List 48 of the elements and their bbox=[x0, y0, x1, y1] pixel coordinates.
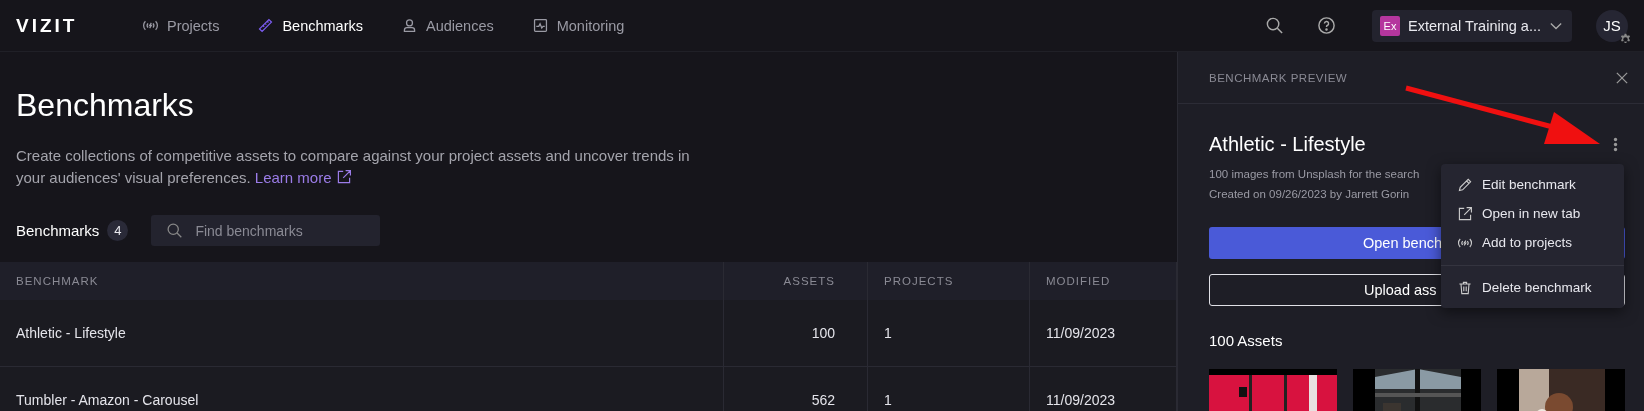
external-link-icon bbox=[1457, 205, 1473, 222]
help-icon[interactable] bbox=[1317, 16, 1336, 35]
table-cell: 562 bbox=[724, 367, 868, 411]
avatar[interactable]: JS bbox=[1596, 9, 1628, 42]
workspace-badge: Ex bbox=[1380, 15, 1400, 36]
menu-item-label: Open in new tab bbox=[1482, 206, 1581, 221]
page-title: Benchmarks bbox=[16, 86, 195, 125]
table-cell: Athletic - Lifestyle bbox=[0, 300, 724, 366]
learn-more-link[interactable]: Learn more bbox=[254, 169, 332, 186]
workspace-selector[interactable]: Ex External Training a... bbox=[1372, 9, 1572, 42]
created-info: Created on 09/26/2023 by Jarrett Gorin bbox=[1209, 188, 1410, 200]
nav-tab[interactable]: Benchmarks bbox=[257, 17, 363, 34]
benchmark-title: Athletic - Lifestyle bbox=[1209, 132, 1366, 156]
menu-item[interactable]: Open in new tab bbox=[1441, 199, 1624, 228]
trash-icon bbox=[1457, 279, 1473, 296]
menu-item[interactable]: Delete benchmark bbox=[1441, 273, 1624, 302]
nav-tab[interactable]: Monitoring bbox=[531, 17, 625, 34]
page-description: Create collections of competitive assets to compare against your project assets and uncover trends in your audiences' visual preferences. Learn more bbox=[16, 146, 691, 188]
menu-item-label: Add to projects bbox=[1482, 235, 1573, 250]
logo[interactable]: VIZIT bbox=[16, 14, 142, 37]
nav-tab[interactable]: Audiences bbox=[401, 17, 494, 34]
chart-icon bbox=[531, 17, 549, 34]
gear-icon bbox=[1619, 32, 1632, 46]
more-icon[interactable] bbox=[1613, 136, 1618, 152]
menu-item-label: Edit benchmark bbox=[1482, 177, 1576, 192]
panel-heading: BENCHMARK PREVIEW bbox=[1209, 71, 1348, 84]
table-cell: 100 bbox=[724, 300, 868, 366]
table-cell: Tumbler - Amazon - Carousel bbox=[0, 367, 724, 411]
external-link-icon bbox=[335, 169, 352, 185]
menu-item-label: Delete benchmark bbox=[1482, 280, 1592, 295]
search-icon[interactable] bbox=[1265, 16, 1284, 35]
chevron-down-icon bbox=[1550, 21, 1562, 30]
ruler-icon bbox=[257, 17, 275, 34]
table-cell: 1 bbox=[868, 300, 1030, 366]
count-badge: 4 bbox=[107, 220, 129, 241]
menu-item[interactable]: Add to projects bbox=[1441, 228, 1624, 257]
pencil-icon bbox=[1457, 176, 1473, 193]
assets-title: 100 Assets bbox=[1209, 332, 1284, 349]
search-field[interactable]: Find benchmarks bbox=[151, 215, 381, 246]
menu-item[interactable]: Edit benchmark bbox=[1441, 170, 1624, 199]
user-icon bbox=[401, 17, 418, 34]
table-cell: 1 bbox=[868, 367, 1030, 411]
list-title: Benchmarks bbox=[16, 222, 100, 239]
search-icon bbox=[166, 222, 184, 239]
close-icon[interactable] bbox=[1616, 71, 1628, 84]
benchmark-description: 100 images from Unsplash for the search bbox=[1209, 168, 1420, 180]
nav-tab[interactable]: Projects bbox=[142, 17, 220, 34]
workspace-name: External Training a... bbox=[1408, 17, 1541, 34]
